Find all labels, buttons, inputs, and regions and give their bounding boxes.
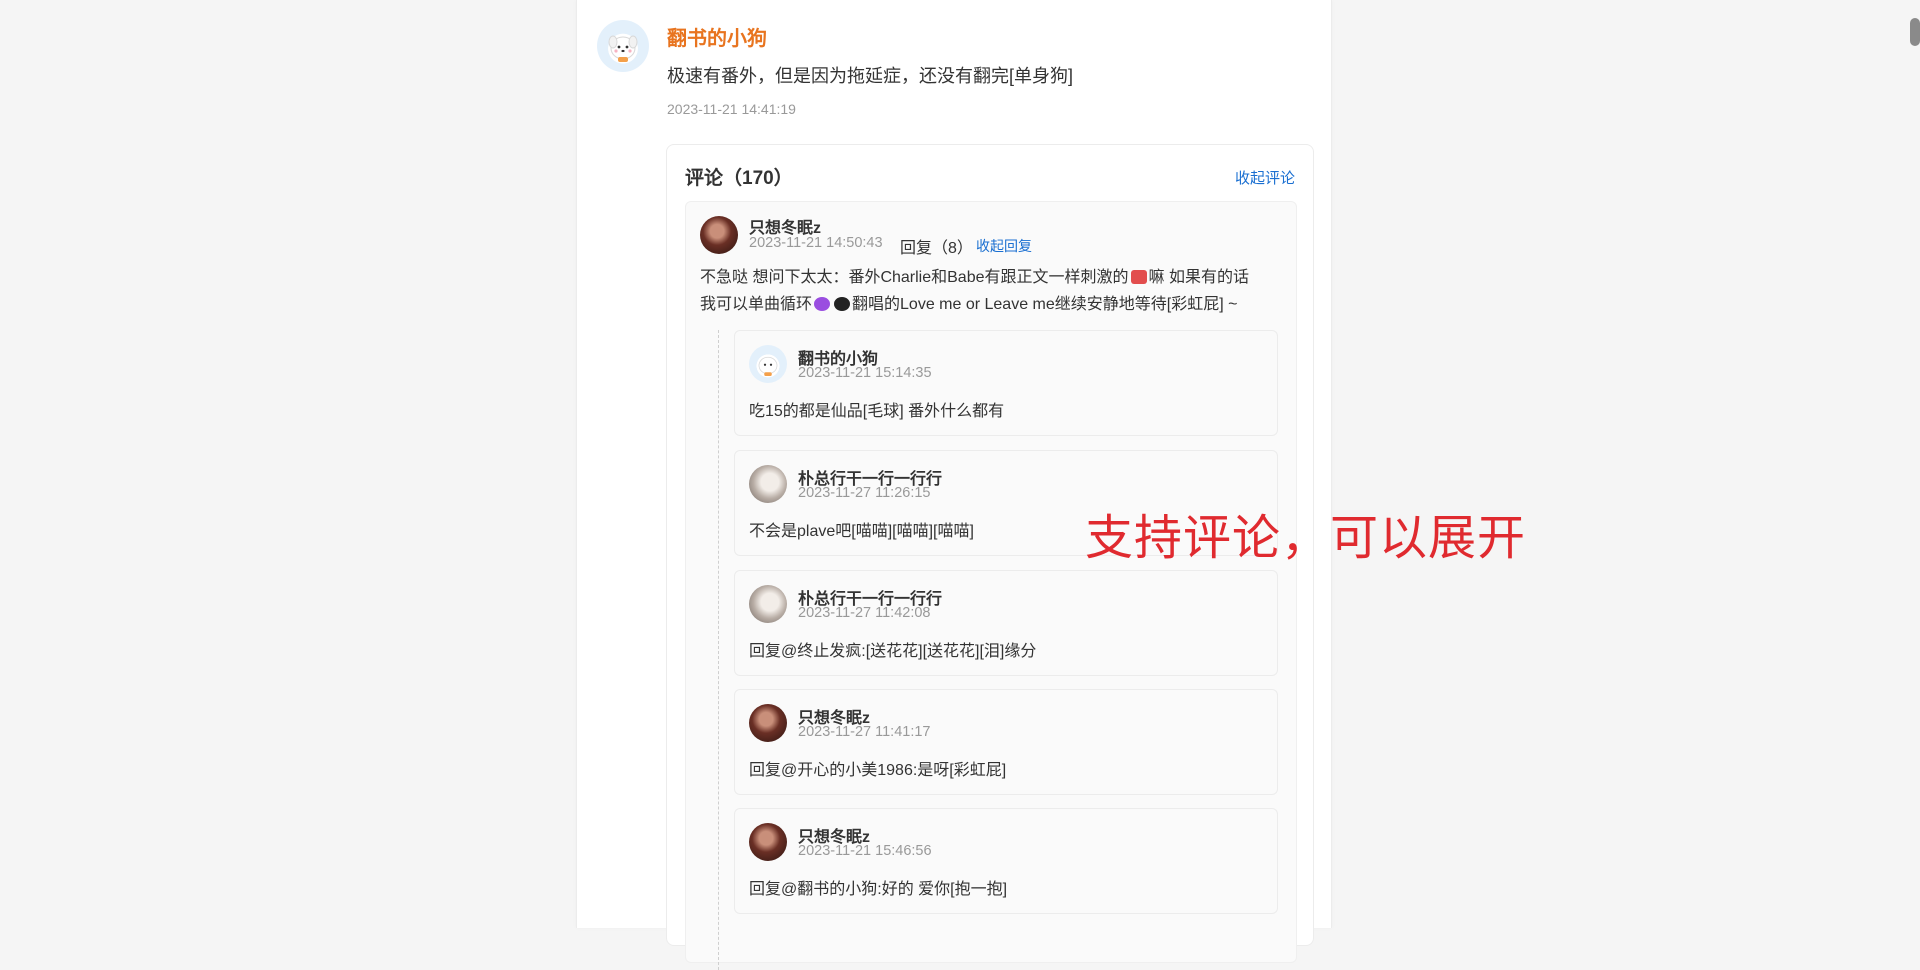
reply-avatar[interactable] bbox=[749, 823, 787, 861]
dog-avatar-icon bbox=[758, 356, 778, 376]
comment-text-line2b: 翻唱的Love me or Leave me继续安静地等待[彩虹屁] ~ bbox=[852, 296, 1238, 313]
commenter-avatar[interactable] bbox=[700, 216, 738, 254]
reply-text: 回复@翻书的小狗:好的 爱你[抱一抱] bbox=[749, 881, 1008, 898]
reply-text: 吃15的都是仙品[毛球] 番外什么都有 bbox=[749, 403, 1005, 420]
comment-text-line2a: 我可以单曲循环 bbox=[700, 296, 813, 313]
post-time: 2023-11-21 14:41:19 bbox=[667, 101, 796, 117]
reply-item: 翻书的小狗 2023-11-21 15:14:35 吃15的都是仙品[毛球] 番… bbox=[734, 330, 1278, 436]
reply-time: 2023-11-21 15:46:56 bbox=[798, 843, 932, 859]
reply-avatar[interactable] bbox=[749, 465, 787, 503]
comment-text: 不急哒 想问下太太：番外Charlie和Babe有跟正文一样刺激的 嘛 如果有的话… bbox=[700, 264, 1290, 318]
reply-time: 2023-11-27 11:42:08 bbox=[798, 605, 931, 621]
reply-text: 不会是plave吧[喵喵][喵喵][喵喵] bbox=[749, 523, 974, 540]
reply-time: 2023-11-21 15:14:35 bbox=[798, 365, 932, 381]
reply-count: 回复（8） bbox=[900, 240, 973, 257]
comments-title: 评论（170） bbox=[685, 168, 793, 189]
reply-item: 只想冬眠z 2023-11-21 15:46:56 回复@翻书的小狗:好的 爱你… bbox=[734, 808, 1278, 914]
post-panel: 翻书的小狗 极速有番外，但是因为拖延症，还没有翻完[单身狗] 2023-11-2… bbox=[576, 0, 1332, 970]
comment-time: 2023-11-21 14:50:43 bbox=[749, 235, 883, 251]
post-text: 极速有番外，但是因为拖延症，还没有翻完[单身狗] bbox=[667, 66, 1073, 86]
post-author-avatar[interactable] bbox=[597, 20, 649, 72]
reply-avatar[interactable] bbox=[749, 345, 787, 383]
reply-text: 回复@终止发疯:[送花花][送花花][泪]缘分 bbox=[749, 643, 1037, 660]
black-heart-icon bbox=[834, 297, 851, 311]
comment-item: 只想冬眠z 2023-11-21 14:50:43 回复（8） 收起回复 不急哒… bbox=[685, 201, 1297, 970]
page-scrollbar[interactable] bbox=[1910, 18, 1920, 46]
car-emoji-icon bbox=[1130, 270, 1147, 284]
post-author-name[interactable]: 翻书的小狗 bbox=[667, 22, 767, 51]
collapse-replies-link[interactable]: 收起回复 bbox=[976, 236, 1032, 256]
reply-avatar[interactable] bbox=[749, 704, 787, 742]
reply-item: 只想冬眠z 2023-11-27 11:41:17 回复@开心的小美1986:是… bbox=[734, 689, 1278, 795]
reply-text: 回复@开心的小美1986:是呀[彩虹屁] bbox=[749, 762, 1007, 779]
annotation-label: 支持评论，可以展开 bbox=[1085, 510, 1527, 566]
reply-time: 2023-11-27 11:26:15 bbox=[798, 485, 931, 501]
dog-avatar-icon bbox=[608, 35, 638, 62]
reply-thread-line bbox=[718, 330, 719, 970]
comment-text-line1: 不急哒 想问下太太：番外Charlie和Babe有跟正文一样刺激的 bbox=[700, 269, 1129, 286]
comment-text-line1-tail: 嘛 如果有的话 bbox=[1148, 269, 1249, 286]
reply-avatar[interactable] bbox=[749, 585, 787, 623]
reply-item: 朴总行干一行一行行 2023-11-27 11:42:08 回复@终止发疯:[送… bbox=[734, 570, 1278, 676]
purple-heart-icon bbox=[814, 297, 831, 311]
collapse-comments-link[interactable]: 收起评论 bbox=[1235, 167, 1295, 188]
reply-time: 2023-11-27 11:41:17 bbox=[798, 724, 931, 740]
